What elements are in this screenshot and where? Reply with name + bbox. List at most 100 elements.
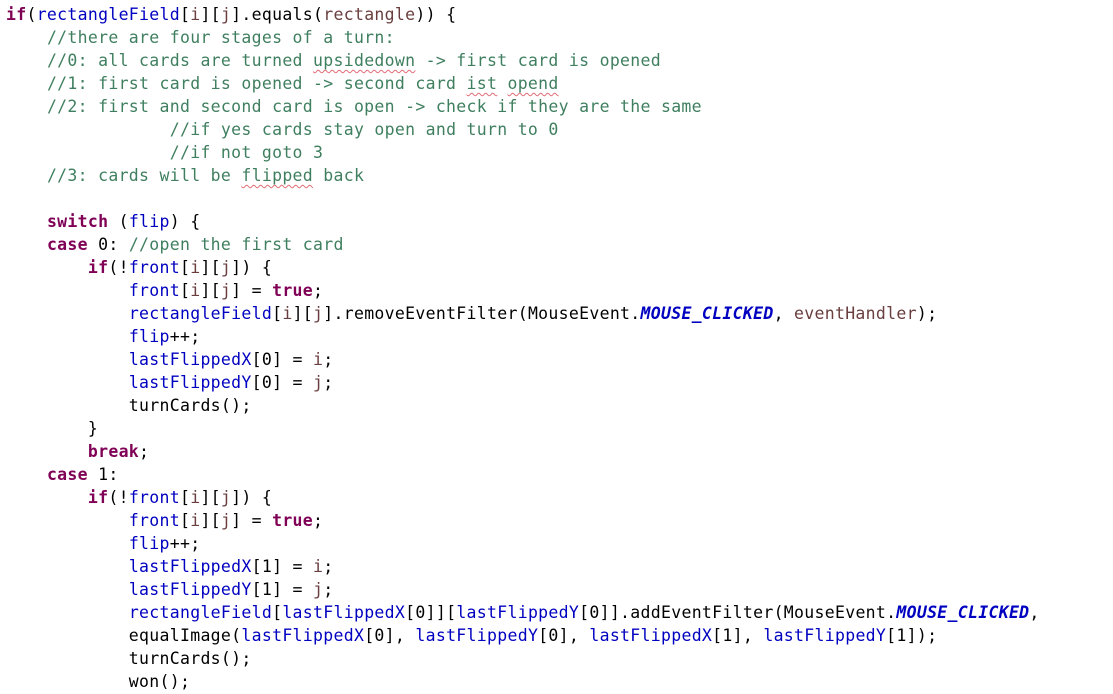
keyword-token: case bbox=[46, 465, 88, 484]
field-token: rectangleField bbox=[36, 5, 180, 24]
variable-token: i bbox=[313, 557, 324, 576]
variable-token: rectangle bbox=[323, 5, 416, 24]
variable-token: i bbox=[282, 304, 293, 323]
code-line: flip++; bbox=[6, 532, 1113, 555]
variable-token: i bbox=[190, 488, 201, 507]
code-line: case 1: bbox=[6, 463, 1113, 486]
code-token: [ bbox=[179, 511, 191, 530]
code-line: lastFlippedY[1] = j; bbox=[6, 578, 1113, 601]
code-token: won(); bbox=[6, 672, 191, 691]
code-token: [0] = bbox=[251, 373, 314, 392]
comment-token: //1: first card is opened -> second card bbox=[46, 74, 467, 93]
constant-token: MOUSE_CLICKED bbox=[896, 603, 1030, 622]
code-token: ; bbox=[313, 281, 324, 300]
code-token: [0], bbox=[538, 626, 590, 645]
code-token: ; bbox=[139, 442, 150, 461]
code-token: [0], bbox=[364, 626, 416, 645]
code-line: equalImage(lastFlippedX[0], lastFlippedY… bbox=[6, 624, 1113, 647]
comment-token: //0: all cards are turned bbox=[46, 51, 314, 70]
code-token: ; bbox=[323, 373, 334, 392]
comment-token: //open the first card bbox=[128, 235, 344, 254]
keyword-token: if bbox=[6, 5, 27, 24]
field-token: flip bbox=[128, 327, 170, 346]
field-token: lastFlippedY bbox=[128, 580, 252, 599]
code-line: //if yes cards stay open and turn to 0 bbox=[6, 118, 1113, 141]
code-line: lastFlippedX[1] = i; bbox=[6, 555, 1113, 578]
code-token: } bbox=[6, 419, 99, 438]
code-token: [ bbox=[179, 5, 191, 24]
code-token: ; bbox=[323, 557, 334, 576]
variable-token: j bbox=[220, 511, 232, 530]
code-token: ; bbox=[323, 580, 334, 599]
code-token: [ bbox=[179, 258, 191, 277]
code-line: turnCards(); bbox=[6, 394, 1113, 417]
code-token: [0]].addEventFilter(MouseEvent. bbox=[579, 603, 897, 622]
field-token: rectangleField bbox=[128, 304, 273, 323]
code-line: turnCards(); bbox=[6, 647, 1113, 670]
variable-token: j bbox=[220, 258, 232, 277]
variable-token: eventHandler bbox=[794, 304, 917, 323]
code-line: lastFlippedX[0] = i; bbox=[6, 348, 1113, 371]
code-token: ].equals( bbox=[231, 5, 324, 24]
code-token: ( bbox=[26, 5, 37, 24]
constant-token: MOUSE_CLICKED bbox=[640, 304, 774, 323]
code-token: 1: bbox=[87, 465, 119, 484]
field-token: lastFlippedX bbox=[241, 626, 365, 645]
code-token: [ bbox=[179, 488, 191, 507]
field-token: lastFlippedY bbox=[456, 603, 580, 622]
variable-token: j bbox=[220, 281, 232, 300]
misspelled-word: flipped bbox=[241, 166, 314, 185]
code-token: ) { bbox=[169, 212, 201, 231]
field-token: front bbox=[128, 511, 180, 530]
code-token: ] = bbox=[231, 281, 273, 300]
code-line: //3: cards will be flipped back bbox=[6, 164, 1113, 187]
code-line: if(!front[i][j]) { bbox=[6, 486, 1113, 509]
code-token: [1] = bbox=[251, 557, 314, 576]
code-token: [0]][ bbox=[405, 603, 457, 622]
code-token: ][ bbox=[200, 281, 221, 300]
code-line: //if not goto 3 bbox=[6, 141, 1113, 164]
code-editor[interactable]: if(rectangleField[i][j].equals(rectangle… bbox=[6, 3, 1113, 694]
comment-token bbox=[497, 74, 507, 93]
code-token: [ bbox=[272, 304, 283, 323]
field-token: rectangleField bbox=[128, 603, 273, 622]
code-token: ][ bbox=[200, 511, 221, 530]
code-line: //there are four stages of a turn: bbox=[6, 26, 1113, 49]
comment-token: //if not goto 3 bbox=[169, 143, 324, 162]
field-token: lastFlippedX bbox=[128, 557, 252, 576]
field-token: lastFlippedX bbox=[282, 603, 406, 622]
code-token: (! bbox=[108, 258, 129, 277]
code-line: rectangleField[i][j].removeEventFilter(M… bbox=[6, 302, 1113, 325]
code-token: ].removeEventFilter(MouseEvent. bbox=[323, 304, 641, 323]
misspelled-word: opend bbox=[507, 74, 559, 93]
comment-token: //3: cards will be bbox=[46, 166, 242, 185]
code-token: ++; bbox=[169, 534, 201, 553]
variable-token: j bbox=[313, 304, 324, 323]
code-token: [1], bbox=[712, 626, 764, 645]
misspelled-word: ist bbox=[466, 74, 498, 93]
keyword-token: if bbox=[87, 488, 109, 507]
code-line: //0: all cards are turned upsidedown -> … bbox=[6, 49, 1113, 72]
field-token: lastFlippedX bbox=[589, 626, 713, 645]
code-line: lastFlippedY[0] = j; bbox=[6, 371, 1113, 394]
code-token: ] = bbox=[231, 511, 273, 530]
variable-token: i bbox=[190, 281, 201, 300]
field-token: front bbox=[128, 488, 180, 507]
code-token: , bbox=[1029, 603, 1040, 622]
variable-token: j bbox=[220, 488, 232, 507]
